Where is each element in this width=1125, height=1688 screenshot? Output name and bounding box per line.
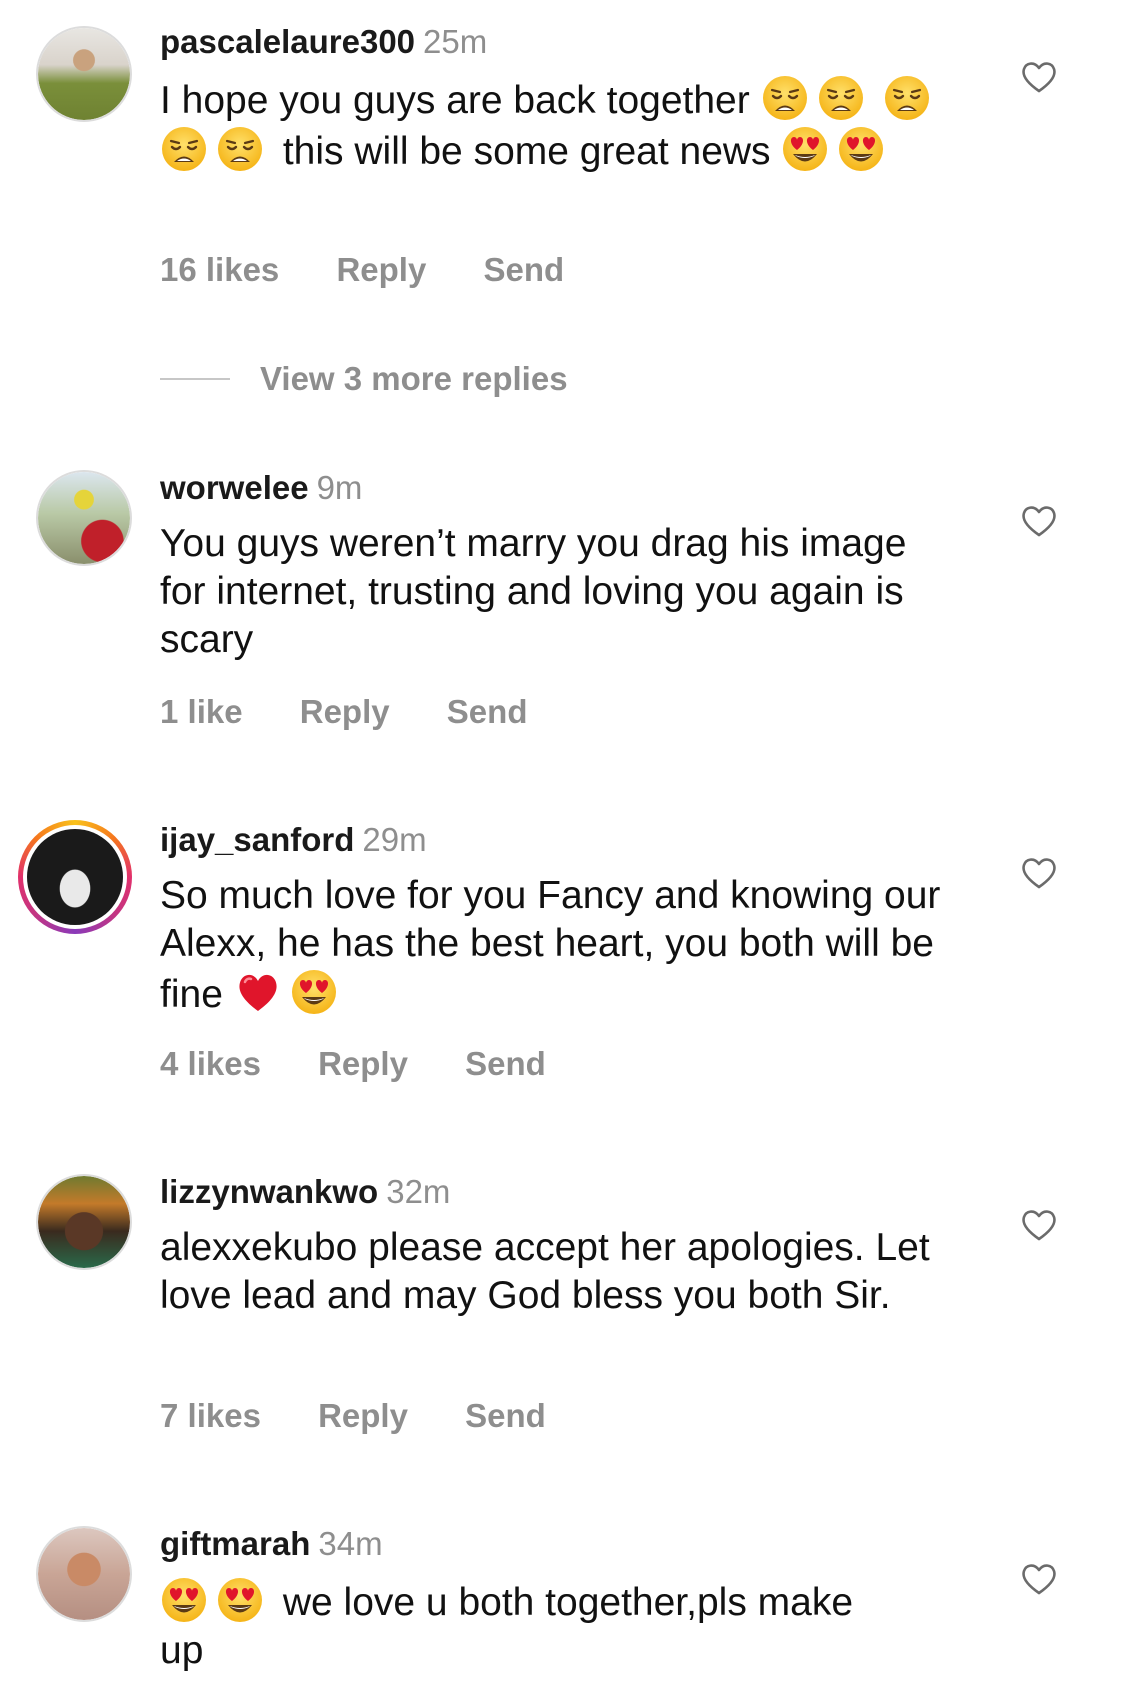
likes-count[interactable]: 7 likes — [160, 1397, 261, 1434]
comment-text: we love u both together,pls make up — [160, 1576, 960, 1675]
likes-count[interactable]: 16 likes — [160, 251, 279, 288]
comment-actions: 4 likes Reply Send — [160, 1044, 594, 1084]
view-replies-label: View 3 more replies — [260, 360, 568, 397]
likes-count[interactable]: 1 like — [160, 693, 243, 730]
comment-text-part: up — [160, 1629, 204, 1672]
heart-eyes-emoji — [291, 970, 336, 1014]
username[interactable]: pascalelaure300 — [160, 23, 415, 60]
comment-text: I hope you guys are back together this w… — [160, 74, 960, 176]
comment-actions: 1 like Reply Send — [160, 692, 575, 732]
comment-text: So much love for you Fancy and knowing o… — [160, 872, 960, 1019]
send-button[interactable]: Send — [484, 251, 565, 288]
avatar[interactable] — [36, 1174, 132, 1270]
comment-header: ijay_sanford 29m — [160, 820, 427, 860]
timestamp: 25m — [423, 23, 488, 60]
comment-text: You guys weren’t marry you drag his imag… — [160, 522, 907, 661]
reply-button[interactable]: Reply — [318, 1397, 408, 1434]
comment-text-part: I hope you guys are back together — [160, 79, 750, 122]
comment-header: lizzynwankwo 32m — [160, 1172, 450, 1212]
avatar[interactable] — [36, 1526, 132, 1622]
heart-outline-icon[interactable] — [1020, 1206, 1058, 1242]
heart-eyes-emoji — [218, 1578, 262, 1622]
heart-eyes-emoji — [162, 1578, 206, 1622]
heart-outline-icon[interactable] — [1020, 1560, 1058, 1596]
weary-face-emoji — [761, 74, 808, 122]
view-replies-button[interactable]: View 3 more replies — [160, 360, 568, 400]
comment-actions: 7 likes Reply Send — [160, 1396, 594, 1436]
reply-button[interactable]: Reply — [318, 1045, 408, 1082]
username[interactable]: ijay_sanford — [160, 821, 354, 858]
comment-text-part: this will be some great news — [282, 130, 771, 173]
timestamp: 9m — [316, 469, 363, 506]
heart-outline-icon[interactable] — [1020, 854, 1058, 890]
username[interactable]: giftmarah — [160, 1525, 310, 1562]
timestamp: 34m — [318, 1525, 383, 1562]
send-button[interactable]: Send — [447, 693, 528, 730]
comment-header: giftmarah 34m — [160, 1524, 383, 1564]
comment-text: alexxekubo please accept her apologies. … — [160, 1226, 930, 1317]
red-heart-emoji — [237, 973, 278, 1013]
send-button[interactable]: Send — [465, 1045, 546, 1082]
reply-button[interactable]: Reply — [300, 693, 390, 730]
avatar[interactable] — [36, 26, 132, 122]
timestamp: 32m — [386, 1173, 451, 1210]
comment-header: worwelee 9m — [160, 468, 362, 508]
avatar[interactable] — [36, 470, 132, 566]
likes-count[interactable]: 4 likes — [160, 1045, 261, 1082]
weary-face-emoji — [160, 125, 208, 173]
weary-face-emoji — [817, 74, 864, 122]
divider — [160, 378, 230, 380]
reply-button[interactable]: Reply — [336, 251, 426, 288]
weary-face-emoji — [216, 125, 264, 173]
heart-outline-icon[interactable] — [1020, 58, 1058, 94]
username[interactable]: lizzynwankwo — [160, 1173, 378, 1210]
heart-outline-icon[interactable] — [1020, 502, 1058, 538]
comment-actions: 16 likes Reply Send — [160, 250, 612, 290]
comment-text-part: we love u both together,pls make — [282, 1581, 854, 1624]
send-button[interactable]: Send — [465, 1397, 546, 1434]
heart-eyes-emoji — [783, 127, 828, 171]
timestamp: 29m — [362, 821, 427, 858]
weary-face-emoji — [884, 74, 931, 122]
avatar-story-ring[interactable] — [18, 820, 132, 934]
heart-eyes-emoji — [839, 127, 884, 171]
comment-header: pascalelaure300 25m — [160, 22, 487, 62]
username[interactable]: worwelee — [160, 469, 309, 506]
